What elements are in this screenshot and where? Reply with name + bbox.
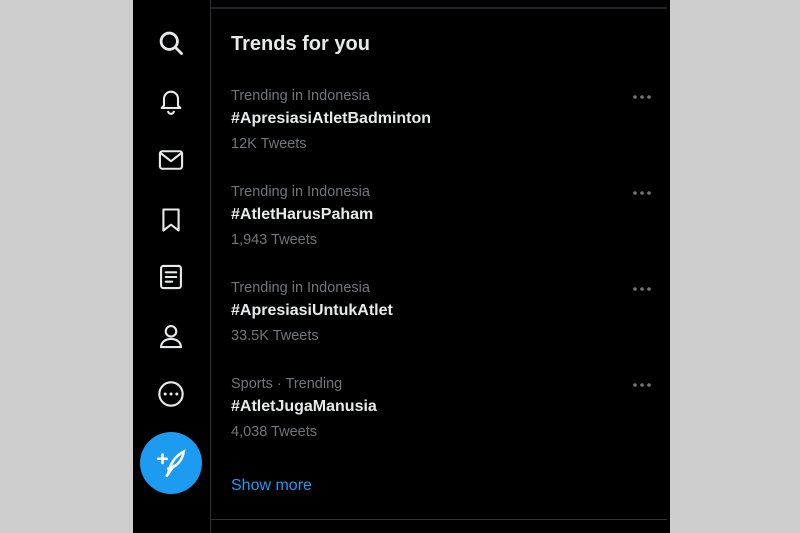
more-circle-icon[interactable] bbox=[153, 376, 189, 412]
trend-hashtag: #AtletJugaManusia bbox=[231, 398, 377, 415]
list-icon[interactable] bbox=[153, 259, 189, 295]
trend-tweet-count: 4,038 Tweets bbox=[231, 424, 317, 440]
divider bbox=[211, 7, 667, 9]
trend-item[interactable]: Trending in Indonesia #ApresiasiAtletBad… bbox=[211, 87, 667, 177]
trend-hashtag: #ApresiasiAtletBadminton bbox=[231, 110, 432, 127]
bell-icon[interactable] bbox=[153, 83, 189, 119]
trend-hashtag: #AtletHarusPaham bbox=[231, 206, 374, 223]
trend-context: Trending in Indonesia bbox=[231, 184, 370, 200]
trend-item[interactable]: Trending in Indonesia #AtletHarusPaham 1… bbox=[211, 183, 667, 273]
trend-item[interactable]: Sports · Trending #AtletJugaManusia 4,03… bbox=[211, 375, 667, 465]
search-icon[interactable] bbox=[153, 25, 189, 61]
show-more-link[interactable]: Show more bbox=[231, 476, 312, 496]
trend-tweet-count: 33.5K Tweets bbox=[231, 328, 319, 344]
trend-tweet-count: 1,943 Tweets bbox=[231, 232, 317, 248]
trend-context: Trending in Indonesia bbox=[231, 280, 370, 296]
sidebar-nav bbox=[133, 0, 211, 533]
trends-heading: Trends for you bbox=[231, 33, 370, 55]
compose-tweet-button[interactable] bbox=[140, 432, 202, 494]
more-options-icon[interactable] bbox=[629, 183, 655, 203]
trend-hashtag: #ApresiasiUntukAtlet bbox=[231, 302, 393, 319]
mail-icon[interactable] bbox=[153, 142, 189, 178]
more-options-icon[interactable] bbox=[629, 279, 655, 299]
trend-tweet-count: 12K Tweets bbox=[231, 136, 307, 152]
trend-context: Sports · Trending bbox=[231, 376, 343, 392]
more-options-icon[interactable] bbox=[629, 87, 655, 107]
more-options-icon[interactable] bbox=[629, 375, 655, 395]
trend-item[interactable]: Trending in Indonesia #ApresiasiUntukAtl… bbox=[211, 279, 667, 369]
feather-plus-icon bbox=[156, 449, 186, 478]
divider bbox=[211, 519, 667, 520]
trends-panel: Trends for you Trending in Indonesia #Ap… bbox=[211, 0, 667, 533]
app-frame: Trends for you Trending in Indonesia #Ap… bbox=[133, 0, 670, 533]
trend-context: Trending in Indonesia bbox=[231, 88, 370, 104]
bookmark-icon[interactable] bbox=[153, 202, 189, 238]
profile-icon[interactable] bbox=[153, 318, 189, 354]
